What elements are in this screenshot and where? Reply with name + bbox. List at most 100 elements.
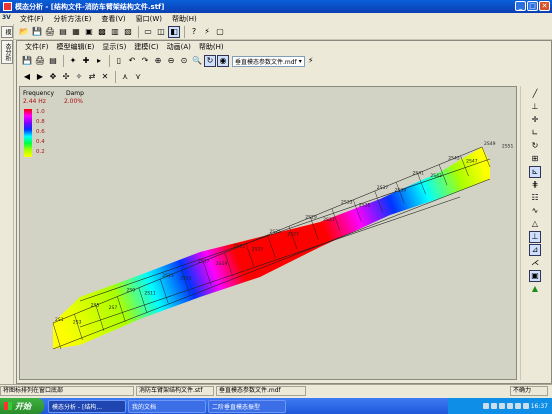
task-modal-analysis[interactable]: 模态分析 - [结构...: [48, 399, 126, 413]
zoom-fit-icon[interactable]: 🔍: [191, 55, 203, 67]
translate-icon[interactable]: ✣: [60, 71, 72, 83]
print-preview-icon[interactable]: ▤: [57, 26, 69, 38]
grid-icon[interactable]: ⋕: [529, 179, 541, 191]
menu-help[interactable]: 帮助(H): [167, 14, 202, 24]
node-label: 2S49: [484, 141, 496, 147]
toolbar-separator: [184, 25, 185, 38]
view-xy-icon[interactable]: ⊥: [529, 231, 541, 243]
draw-line-icon[interactable]: ╱: [529, 88, 541, 100]
menu-window[interactable]: 窗口(W): [131, 14, 167, 24]
left-tab-mode[interactable]: 模: [1, 26, 13, 38]
clipboard-icon[interactable]: ▯: [113, 55, 125, 67]
triangle-icon[interactable]: △: [529, 218, 541, 230]
node-label: 2S37: [377, 185, 389, 191]
tray-icon[interactable]: [498, 403, 505, 409]
layout-a-icon[interactable]: ▭: [142, 26, 154, 38]
tray-icon[interactable]: [490, 403, 497, 409]
help-icon[interactable]: ?: [188, 26, 200, 38]
stop-icon[interactable]: ✕: [99, 71, 111, 83]
axis-icon[interactable]: ⊥: [529, 101, 541, 113]
play-forward-icon[interactable]: ▶: [34, 71, 46, 83]
truss-model: 2S1 2S3 2S5 2S7 2S9 2S11 2S13 2S15 2S17 2S19 2S21 2…: [52, 141, 513, 350]
window-title: 模态分析 - [结构文件-消防车臂架结构文件.stf]: [15, 2, 165, 11]
mode-shape-b-icon[interactable]: ⋎: [132, 71, 144, 83]
menu-view[interactable]: 查看(V): [96, 14, 130, 24]
child-menu-animation[interactable]: 动画(A): [163, 42, 195, 52]
save-icon[interactable]: 💾: [21, 55, 33, 67]
print-icon[interactable]: 🖨: [44, 26, 56, 38]
left-tab-modal-analysis[interactable]: 态分析: [1, 40, 13, 64]
model-viewport[interactable]: Frequency Damp 2.44 Hz 2.00% 1.0 0.8 0.6…: [19, 86, 517, 380]
film-icon[interactable]: ▩: [96, 26, 108, 38]
layout-c-icon[interactable]: ◧: [168, 25, 180, 38]
exit-icon[interactable]: ▢: [214, 26, 226, 38]
child-menu-modeling[interactable]: 建模(C): [130, 42, 162, 52]
task-list: 模态分析 - [结构... 我的文档 二阶垂直模态振型: [48, 399, 286, 413]
open-folder-icon[interactable]: 📂: [18, 26, 30, 38]
table-icon[interactable]: ▧: [122, 26, 134, 38]
task-my-documents[interactable]: 我的文档: [128, 399, 206, 413]
chart-icon[interactable]: ▣: [83, 26, 95, 38]
mode-shape-a-icon[interactable]: ⋏: [119, 71, 131, 83]
minimize-button[interactable]: _: [515, 1, 526, 11]
node-label: 2S47: [466, 158, 478, 164]
rotate-view-icon[interactable]: ↻: [529, 140, 541, 152]
restore-button[interactable]: □: [527, 1, 538, 11]
node-label: 2S35: [359, 202, 371, 208]
child-menu-file[interactable]: 文件(F): [21, 42, 53, 52]
toolbar-separator: [138, 25, 139, 38]
globe-icon[interactable]: ◉: [217, 55, 229, 67]
node-label: 2S3: [73, 320, 82, 326]
select-icon[interactable]: ▸: [93, 55, 105, 67]
point-icon[interactable]: ✦: [67, 55, 79, 67]
node-label: 2S1: [55, 317, 64, 323]
tray-icon[interactable]: [506, 403, 513, 409]
app-icon: [3, 2, 12, 11]
save-icon[interactable]: 💾: [31, 26, 43, 38]
node-label: 2S11: [144, 290, 156, 296]
tray-icon[interactable]: [482, 403, 489, 409]
context-help-icon[interactable]: ⚡: [305, 55, 317, 67]
task-mode-shape[interactable]: 二阶垂直模态振型: [208, 399, 286, 413]
zoom-window-icon[interactable]: ⊙: [178, 55, 190, 67]
mode-file-select[interactable]: 垂直模态参数文件.mdf ▾: [232, 55, 305, 67]
axes-3d-icon[interactable]: ⊾: [529, 166, 541, 178]
swap-icon[interactable]: ⇄: [86, 71, 98, 83]
tray-icon[interactable]: [514, 403, 521, 409]
frame-icon[interactable]: ▣: [529, 270, 541, 282]
zoom-out-icon[interactable]: ⊖: [165, 55, 177, 67]
start-button[interactable]: 开始: [0, 398, 44, 414]
zoom-in-icon[interactable]: ⊕: [152, 55, 164, 67]
app-menu-icon[interactable]: 3V: [2, 14, 12, 23]
tray-icon[interactable]: [522, 403, 529, 409]
mesh-icon[interactable]: ⊞: [529, 153, 541, 165]
redo-icon[interactable]: ↷: [139, 55, 151, 67]
menu-file[interactable]: 文件(F): [15, 14, 49, 24]
rotate-icon[interactable]: ↻: [204, 55, 216, 67]
layout-b-icon[interactable]: ◫: [155, 26, 167, 38]
child-menu-help[interactable]: 帮助(H): [195, 42, 228, 52]
wave-icon[interactable]: ∿: [529, 205, 541, 217]
grid-icon[interactable]: ▥: [109, 26, 121, 38]
arrow-green-icon[interactable]: ▲: [529, 283, 541, 295]
node-label: 2S45: [448, 156, 460, 162]
close-button[interactable]: ✕: [539, 1, 550, 11]
animate-icon[interactable]: ✧: [73, 71, 85, 83]
tripod-icon[interactable]: ⋌: [529, 257, 541, 269]
step-icon[interactable]: ✥: [47, 71, 59, 83]
move-icon[interactable]: ✚: [80, 55, 92, 67]
child-menu-display[interactable]: 显示(S): [98, 42, 130, 52]
play-back-icon[interactable]: ◀: [21, 71, 33, 83]
move-node-icon[interactable]: ✛: [529, 114, 541, 126]
table-icon[interactable]: ☷: [529, 192, 541, 204]
undo-icon[interactable]: ↶: [126, 55, 138, 67]
model-icon[interactable]: ▦: [70, 26, 82, 38]
menu-analysis-method[interactable]: 分析方法(E): [49, 14, 97, 24]
connect-icon[interactable]: ∟: [529, 127, 541, 139]
chevron-down-icon[interactable]: ▾: [299, 58, 302, 65]
context-help-icon[interactable]: ⚡: [201, 26, 213, 38]
view-3d-icon[interactable]: ⊿: [529, 244, 541, 256]
print-icon[interactable]: 🖨: [34, 55, 46, 67]
child-menu-model-edit[interactable]: 模型编辑(E): [53, 42, 99, 52]
preview-icon[interactable]: ▤: [47, 55, 59, 67]
